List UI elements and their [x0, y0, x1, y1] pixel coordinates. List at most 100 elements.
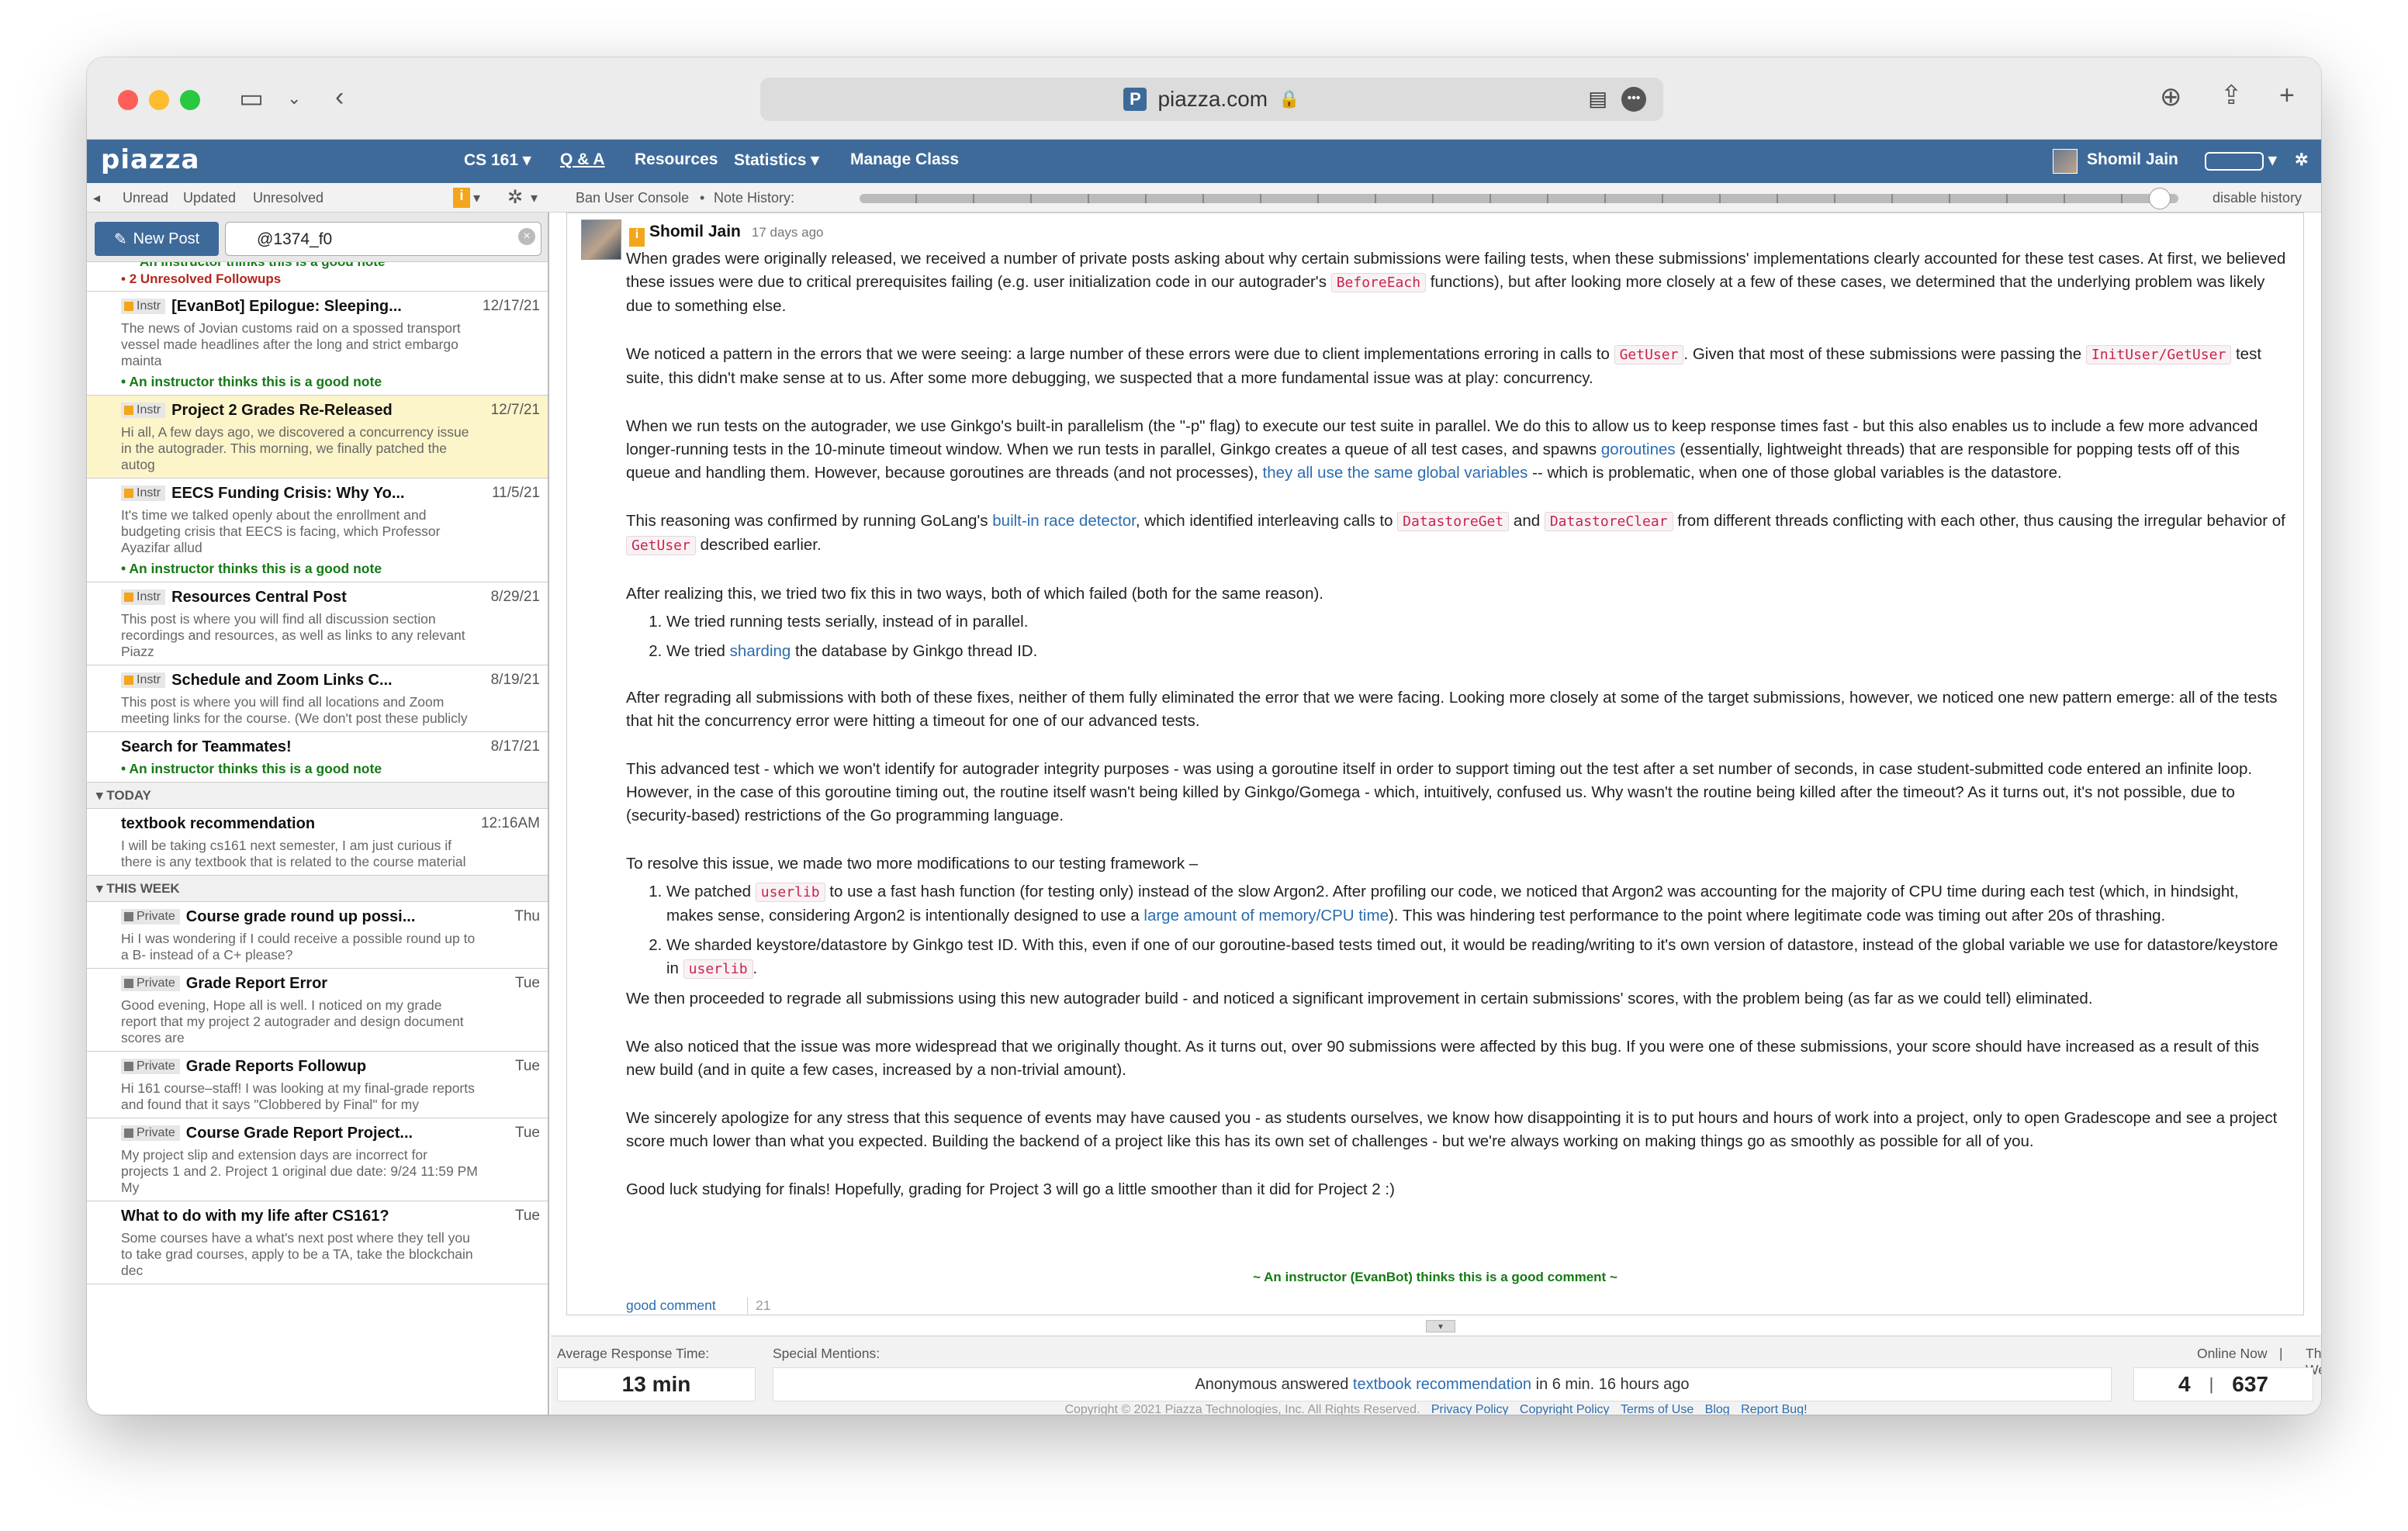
list-item[interactable]: Instr EECS Funding Crisis: Why Yo... 11/5/… — [87, 479, 548, 582]
textbook-recommendation-link[interactable]: textbook recommendation — [1353, 1376, 1531, 1394]
instructor-filter-icon[interactable]: i — [453, 188, 470, 208]
paragraph: We also noticed that the issue was more … — [626, 1038, 2260, 1079]
online-now-label: Online Now — [2197, 1346, 2268, 1361]
list-item[interactable]: Private Course grade round up possi... Thu… — [87, 902, 548, 969]
paragraph: We sincerely apologize for any stress th… — [626, 1109, 2278, 1150]
search-input[interactable]: @1374_f0 — [225, 222, 541, 256]
settings-dropdown-icon[interactable]: ▾ — [531, 190, 538, 206]
address-bar[interactable]: P piazza.com 🔒 ▤ ••• — [760, 78, 1663, 121]
user-avatar[interactable] — [2053, 149, 2078, 174]
collapse-sidebar-icon[interactable]: ◂ — [93, 190, 100, 206]
chevron-down-icon[interactable]: ⌄ — [287, 90, 301, 107]
post-snippet: It's time we talked openly about the enr… — [121, 507, 441, 555]
nav-qa[interactable]: Q & A — [560, 150, 605, 169]
list-item[interactable]: Private Grade Reports Followup Tue Hi 161 c… — [87, 1052, 548, 1118]
paragraph: When we run tests on the autograder, we … — [626, 417, 2258, 482]
paragraph: This advanced test - which we won't iden… — [626, 760, 2253, 824]
post-snippet: The news of Jovian customs raid on a spo… — [121, 320, 461, 368]
copyright-bar: Copyright © 2021 Piazza Technologies, In… — [1064, 1403, 1808, 1415]
user-name[interactable]: Shomil Jain — [2087, 150, 2178, 169]
global-variables-link[interactable]: they all use the same global variables — [1263, 464, 1528, 482]
post-title: Private Grade Report Error — [121, 975, 462, 993]
post-tag: Instr — [121, 672, 166, 688]
list-item: We tried sharding the database by Ginkgo… — [666, 640, 2286, 663]
post-date: 12:16AM — [480, 815, 540, 831]
goroutines-link[interactable]: goroutines — [1601, 441, 1676, 458]
good-note-label: • An instructor thinks this is a good no… — [121, 374, 382, 389]
post-date: Tue — [514, 975, 540, 991]
account-dropdown[interactable] — [2205, 152, 2264, 171]
section-this-week[interactable]: ▾ THIS WEEK — [87, 876, 548, 902]
list-item[interactable]: What to do with my life after CS161? Tue S… — [87, 1201, 548, 1284]
minimize-window-button[interactable] — [149, 90, 169, 110]
sharding-link[interactable]: sharding — [730, 642, 791, 660]
post-title: Private Course Grade Report Project... — [121, 1125, 462, 1142]
note-card: i Shomil Jain 17 days ago When grades were… — [566, 213, 2304, 1315]
disable-history-link[interactable]: disable history — [2213, 190, 2302, 206]
settings-icon[interactable]: ✲ — [507, 186, 523, 209]
list-item[interactable]: Private Grade Report Error Tue Good evening… — [87, 969, 548, 1052]
list-item: We sharded keystore/datastore by Ginkgo … — [666, 934, 2286, 981]
filter-unread[interactable]: Unread — [123, 190, 168, 206]
close-window-button[interactable] — [118, 90, 138, 110]
nav-manage-class[interactable]: Manage Class — [850, 150, 959, 169]
sidebar-toggle-icon[interactable]: ▭ — [239, 85, 264, 112]
filter-unresolved[interactable]: Unresolved — [253, 190, 323, 206]
online-stats: 4 | 637 — [2133, 1367, 2313, 1401]
list-item[interactable]: An instructor thinks this is a good note… — [87, 262, 548, 292]
race-detector-link[interactable]: built-in race detector — [992, 512, 1136, 530]
post-tag: Instr — [121, 589, 166, 605]
post-title: Private Course grade round up possi... — [121, 908, 462, 926]
modifications-list: We patched userlib to use a fast hash fu… — [666, 880, 2286, 981]
memory-cpu-link[interactable]: large amount of memory/CPU time — [1143, 907, 1389, 924]
ban-user-console-link[interactable]: Ban User Console — [576, 190, 689, 206]
more-options-icon[interactable]: ••• — [1621, 87, 1646, 112]
expand-footer-icon[interactable]: ▾ — [1426, 1320, 1455, 1332]
back-arrow-icon[interactable]: ‹ — [335, 84, 344, 110]
privacy-policy-link[interactable]: Privacy Policy — [1431, 1403, 1509, 1415]
new-post-icon: ✎ — [113, 230, 127, 248]
good-comment-button[interactable]: good comment — [626, 1298, 716, 1314]
list-item[interactable]: Instr Schedule and Zoom Links C... 8/19/21… — [87, 665, 548, 732]
post-snippet: Hi I was wondering if I could receive a … — [121, 931, 476, 962]
share-icon[interactable]: ⇪ — [2220, 82, 2243, 109]
post-date: Thu — [514, 908, 540, 924]
list-item[interactable]: textbook recommendation 12:16AM I will be … — [87, 809, 548, 876]
piazza-logo[interactable]: piazza — [101, 144, 199, 175]
list-item[interactable]: Instr Project 2 Grades Re-Released 12/7/21… — [87, 396, 548, 479]
post-tag: Private — [121, 1125, 180, 1141]
new-tab-icon[interactable]: + — [2279, 82, 2295, 109]
dropdown-caret-icon[interactable]: ▾ — [2268, 150, 2277, 170]
reader-icon[interactable]: ▤ — [1588, 87, 1607, 111]
list-item[interactable]: Instr Resources Central Post 8/29/21 This p… — [87, 582, 548, 665]
special-mention: Anonymous answered textbook recommendati… — [773, 1367, 2112, 1401]
copyright-policy-link[interactable]: Copyright Policy — [1520, 1403, 1610, 1415]
list-item[interactable]: Instr [EvanBot] Epilogue: Sleeping... 12/1… — [87, 292, 548, 396]
zoom-window-button[interactable] — [180, 90, 200, 110]
paragraph: After regrading all submissions with bot… — [626, 689, 2278, 730]
course-selector[interactable]: CS 161 ▾ — [464, 150, 531, 170]
note-history-handle[interactable] — [2149, 188, 2171, 209]
browser-titlebar: ▭ ⌄ ‹ P piazza.com 🔒 ▤ ••• ⊕ ⇪ + — [87, 57, 2321, 140]
post-date: 8/29/21 — [490, 589, 540, 605]
filter-updated[interactable]: Updated — [183, 190, 236, 206]
filter-dropdown-icon[interactable]: ▾ — [473, 190, 480, 206]
report-bug-link[interactable]: Report Bug! — [1741, 1403, 1807, 1415]
note-history-slider[interactable] — [860, 194, 2178, 203]
gear-icon[interactable]: ✲ — [2295, 150, 2309, 170]
download-icon[interactable]: ⊕ — [2160, 84, 2182, 110]
post-title: Instr [EvanBot] Epilogue: Sleeping... — [121, 298, 462, 316]
post-list-sidebar: ✎New Post ⌕ @1374_f0 × An instructor thi… — [87, 213, 549, 1415]
list-item[interactable]: Search for Teammates! 8/17/21 • An instruc… — [87, 732, 548, 783]
nav-statistics[interactable]: Statistics ▾ — [734, 150, 819, 170]
new-post-button[interactable]: ✎ New Post — [95, 222, 219, 256]
clear-search-icon[interactable]: × — [518, 228, 535, 245]
blog-link[interactable]: Blog — [1705, 1403, 1730, 1415]
post-snippet: This post is where you will find all dis… — [121, 611, 465, 659]
section-today[interactable]: ▾ TODAY — [87, 783, 548, 809]
nav-resources[interactable]: Resources — [635, 150, 718, 169]
terms-of-use-link[interactable]: Terms of Use — [1621, 1403, 1694, 1415]
lock-icon: 🔒 — [1278, 89, 1300, 109]
post-tag: Instr — [121, 486, 166, 501]
list-item[interactable]: Private Course Grade Report Project... Tue… — [87, 1118, 548, 1201]
